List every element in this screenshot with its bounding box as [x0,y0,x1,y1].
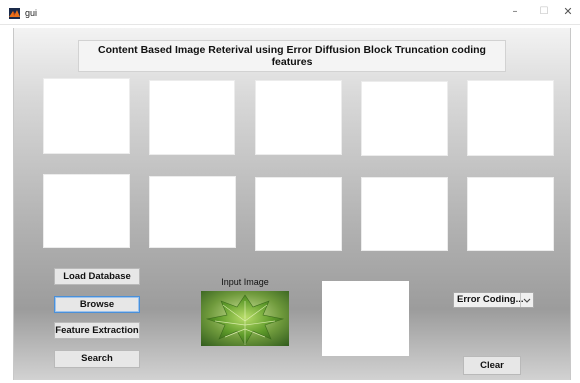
title-bar: gui – ☐ ✕ [0,0,580,25]
result-image-8 [255,177,342,251]
result-image-6 [43,174,130,248]
input-image [201,291,289,346]
result-image-5 [467,80,554,156]
leaf-image [201,291,289,346]
matlab-icon [9,8,20,19]
close-button[interactable]: ✕ [557,5,579,19]
result-image-9 [361,177,448,251]
processed-image-box [322,281,409,356]
minimize-button[interactable]: – [504,5,526,19]
result-image-7 [149,176,236,248]
load-database-button[interactable]: Load Database [54,268,140,285]
search-button[interactable]: Search [54,350,140,368]
result-image-4 [361,81,448,156]
page-title: Content Based Image Reterival using Erro… [78,40,506,72]
result-image-3 [255,80,342,155]
result-image-1 [43,78,130,154]
result-image-10 [467,177,554,251]
result-image-2 [149,80,235,155]
feature-extraction-button[interactable]: Feature Extraction [54,322,140,339]
chevron-down-icon[interactable] [520,293,533,307]
browse-button[interactable]: Browse [54,296,140,313]
input-image-label: Input Image [221,277,269,287]
method-dropdown-value: Error Coding... [457,294,524,305]
maximize-button[interactable]: ☐ [533,5,555,19]
method-dropdown[interactable]: Error Coding... [453,292,534,308]
window-title: gui [25,8,38,18]
clear-button[interactable]: Clear [463,356,521,375]
